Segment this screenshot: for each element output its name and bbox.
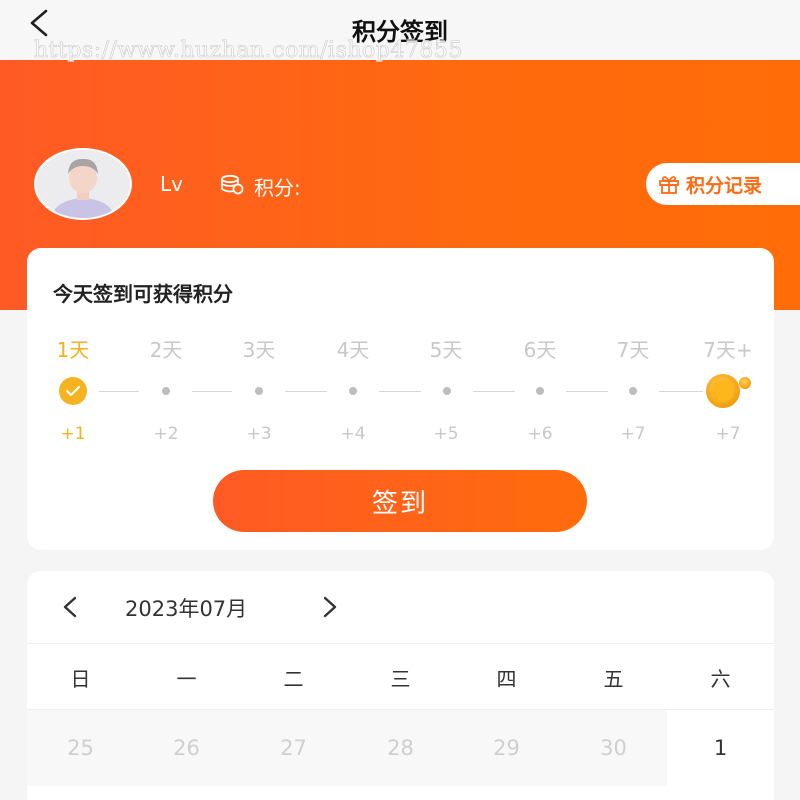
track-line — [659, 391, 703, 392]
points-record-label: 积分记录 — [686, 174, 763, 197]
day-label: 5天 — [429, 338, 463, 362]
day-label: 3天 — [242, 338, 276, 362]
days-row: 1天 2天 3天 4天 5天 6天 7天 7天+ — [27, 334, 774, 364]
gift-icon — [658, 173, 680, 195]
track-dot — [443, 387, 451, 395]
points-record-button[interactable]: 积分记录 — [646, 163, 800, 205]
avatar[interactable] — [33, 148, 133, 220]
points-label: 积分: — [254, 176, 301, 200]
point-label: +7 — [715, 424, 741, 444]
point-label: +1 — [60, 424, 86, 444]
calendar-date[interactable]: 25 — [27, 736, 134, 760]
track-line — [379, 391, 421, 392]
point-label: +5 — [433, 424, 459, 444]
calendar-header: 2023年07月 — [27, 571, 774, 643]
point-label: +2 — [153, 424, 179, 444]
weekday-label: 二 — [283, 667, 304, 691]
chevron-right-icon[interactable] — [319, 595, 341, 619]
weekday-label: 五 — [603, 667, 624, 691]
weekday-label: 三 — [390, 667, 411, 691]
calendar-date[interactable]: 1 — [667, 736, 774, 760]
signin-heading: 今天签到可获得积分 — [53, 282, 233, 306]
calendar-date[interactable]: 29 — [453, 736, 560, 760]
signin-card: 今天签到可获得积分 1天 2天 3天 4天 5天 6天 7天 7天+ +1 +2… — [27, 248, 774, 550]
track-dot — [162, 387, 170, 395]
checkmark-icon — [59, 377, 87, 405]
day-label: 7天+ — [703, 338, 753, 362]
track-dot — [629, 387, 637, 395]
calendar-month: 2023年07月 — [125, 597, 248, 621]
weekday-label: 一 — [176, 667, 197, 691]
track-line — [192, 391, 232, 392]
point-label: +6 — [527, 424, 553, 444]
watermark-text: https://www.huzhan.com/ishop47855 — [34, 38, 463, 64]
point-label: +7 — [620, 424, 646, 444]
track-dot — [255, 387, 263, 395]
track-line — [566, 391, 608, 392]
reward-coin-icon — [703, 372, 753, 410]
calendar-date[interactable]: 26 — [133, 736, 240, 760]
track-line — [473, 391, 515, 392]
point-label: +4 — [340, 424, 366, 444]
track-dot — [536, 387, 544, 395]
calendar-card: 2023年07月 日 一 二 三 四 五 六 25 26 27 28 29 30… — [27, 571, 774, 800]
calendar-date[interactable]: 27 — [240, 736, 347, 760]
day-label: 4天 — [336, 338, 370, 362]
weekday-label: 日 — [70, 667, 91, 691]
coins-icon — [220, 174, 244, 196]
weekday-label: 四 — [496, 667, 517, 691]
weekday-label: 六 — [710, 667, 731, 691]
track-line — [99, 391, 139, 392]
progress-track — [27, 374, 774, 408]
calendar-date[interactable]: 30 — [560, 736, 667, 760]
points-row: +1 +2 +3 +4 +5 +6 +7 +7 — [27, 424, 774, 454]
track-dot — [349, 387, 357, 395]
calendar-date[interactable]: 28 — [347, 736, 454, 760]
chevron-left-icon[interactable] — [59, 595, 81, 619]
divider — [27, 643, 774, 644]
signin-button[interactable]: 签到 — [213, 470, 587, 532]
level-label: Lv — [160, 172, 183, 196]
day-label: 1天 — [56, 338, 90, 362]
day-label: 6天 — [523, 338, 557, 362]
weekday-row: 日 一 二 三 四 五 六 — [27, 663, 774, 691]
point-label: +3 — [246, 424, 272, 444]
day-label: 2天 — [149, 338, 183, 362]
calendar-week-row: 25 26 27 28 29 30 1 — [27, 710, 774, 786]
track-line — [285, 391, 327, 392]
day-label: 7天 — [616, 338, 650, 362]
